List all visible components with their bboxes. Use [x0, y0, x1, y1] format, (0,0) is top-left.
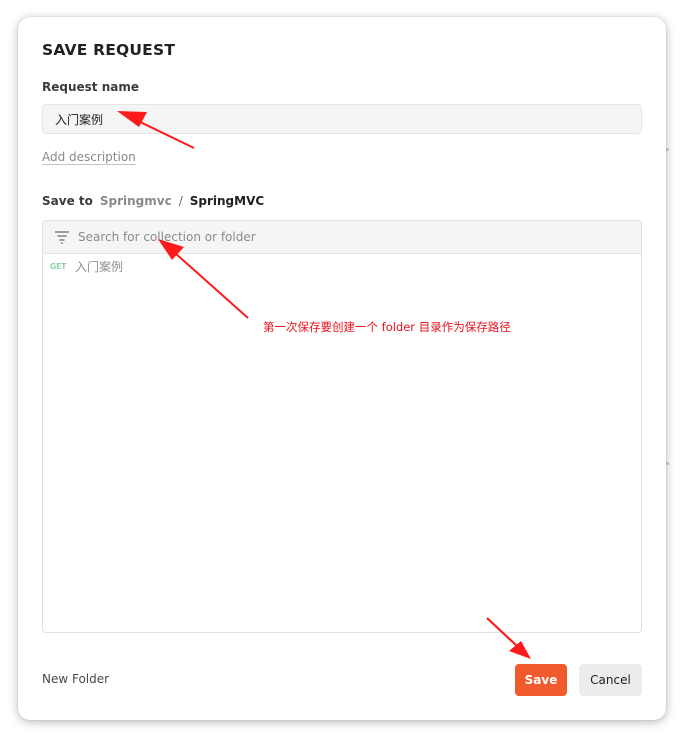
save-request-dialog: SAVE REQUEST Request name Add descriptio… [18, 17, 666, 720]
request-list-item[interactable]: GET 入门案例 [43, 257, 123, 275]
breadcrumb-current-folder: SpringMVC [189, 194, 265, 208]
breadcrumb-separator: / [178, 194, 183, 208]
request-name-label: Request name [42, 80, 139, 94]
collection-search-input[interactable] [78, 221, 618, 253]
request-method-badge: GET [50, 261, 67, 271]
breadcrumb-collection[interactable]: Springmvc [100, 194, 172, 208]
request-name-input[interactable] [42, 104, 642, 134]
request-item-name: 入门案例 [75, 259, 124, 274]
background-edge-mark [666, 148, 669, 151]
collection-browser: GET 入门案例 [42, 220, 642, 633]
screenshot-stage: SAVE REQUEST Request name Add descriptio… [0, 0, 685, 739]
add-description-link[interactable]: Add description [42, 150, 136, 164]
cancel-button[interactable]: Cancel [579, 664, 642, 696]
filter-icon [55, 231, 69, 244]
collection-search-bar [43, 221, 641, 254]
new-folder-button[interactable]: New Folder [42, 672, 109, 686]
save-to-breadcrumb: Save to Springmvc / SpringMVC [42, 194, 264, 208]
save-button[interactable]: Save [515, 664, 567, 696]
background-edge-mark [666, 462, 669, 465]
dialog-title: SAVE REQUEST [42, 41, 176, 59]
annotation-note: 第一次保存要创建一个 folder 目录作为保存路径 [263, 320, 511, 334]
save-to-label: Save to [42, 194, 93, 208]
